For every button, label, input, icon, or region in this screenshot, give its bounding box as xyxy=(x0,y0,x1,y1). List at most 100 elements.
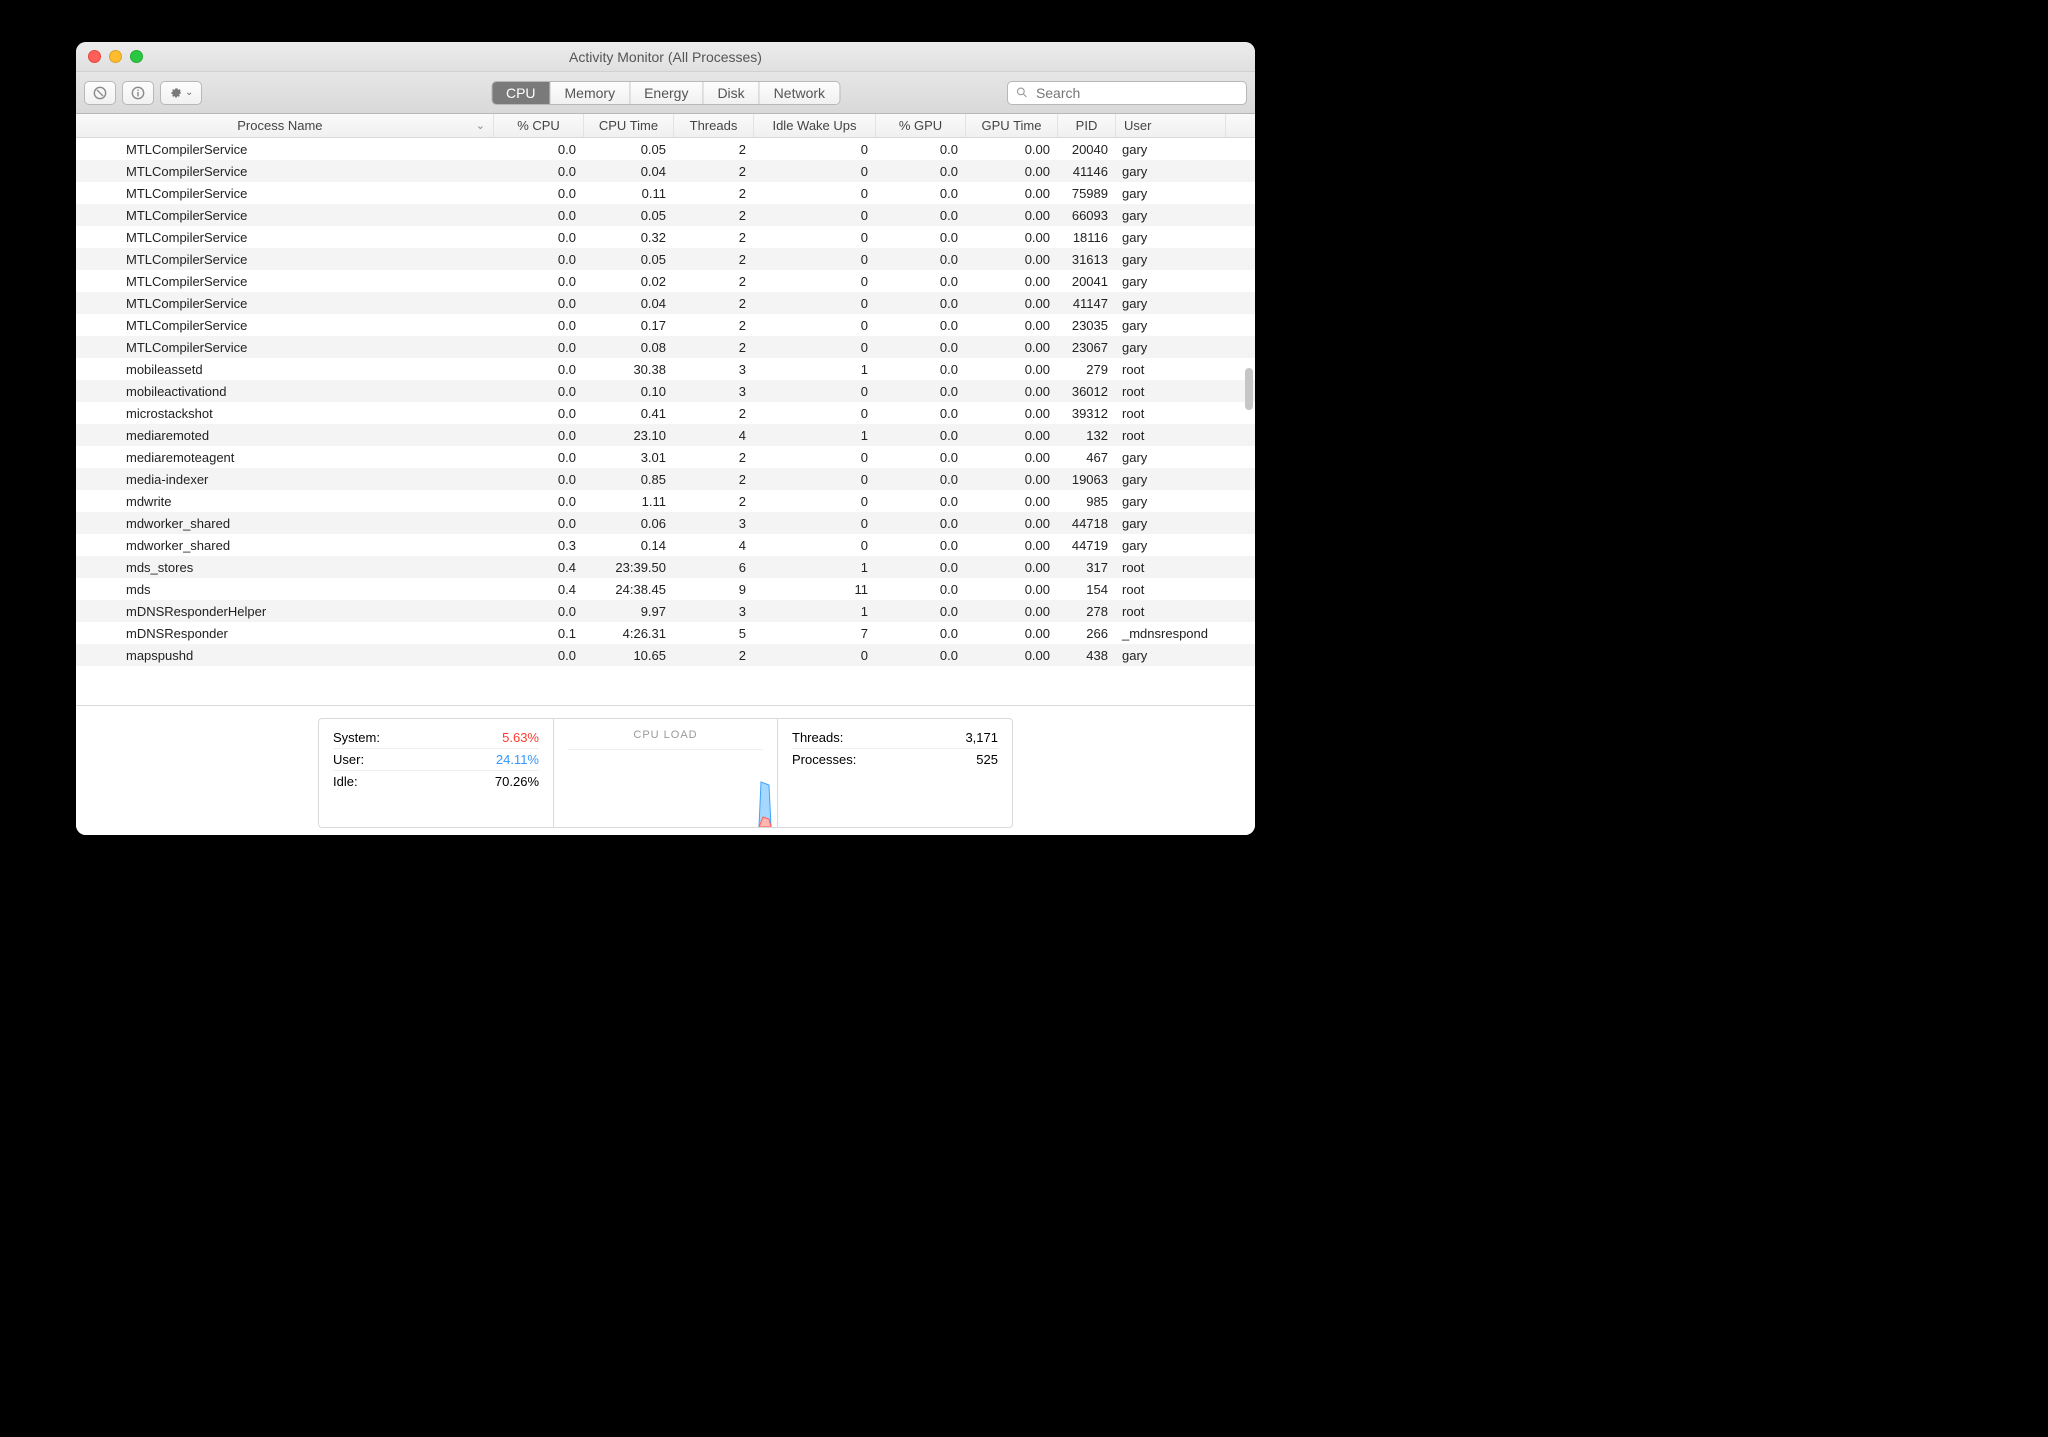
window-zoom-button[interactable] xyxy=(130,50,143,63)
tab-cpu[interactable]: CPU xyxy=(492,82,551,104)
cell-pid: 985 xyxy=(1058,494,1116,509)
table-row[interactable]: mobileactivationd0.00.10300.00.0036012ro… xyxy=(76,380,1255,402)
cell-gpu: 0.0 xyxy=(876,274,966,289)
col-idle-wake[interactable]: Idle Wake Ups xyxy=(754,114,876,137)
cell-cpu: 0.0 xyxy=(494,472,584,487)
cell-gpu: 0.0 xyxy=(876,516,966,531)
table-row[interactable]: MTLCompilerService0.00.17200.00.0023035g… xyxy=(76,314,1255,336)
cell-gpu: 0.0 xyxy=(876,340,966,355)
table-row[interactable]: MTLCompilerService0.00.02200.00.0020041g… xyxy=(76,270,1255,292)
tab-disk[interactable]: Disk xyxy=(703,82,759,104)
cell-gputime: 0.00 xyxy=(966,252,1058,267)
cell-time: 0.05 xyxy=(584,142,674,157)
stop-process-button[interactable] xyxy=(84,81,116,105)
cell-wake: 0 xyxy=(754,648,876,663)
cell-threads: 2 xyxy=(674,274,754,289)
col-user[interactable]: User xyxy=(1116,114,1226,137)
cell-threads: 4 xyxy=(674,428,754,443)
table-row[interactable]: MTLCompilerService0.00.11200.00.0075989g… xyxy=(76,182,1255,204)
user-label: User: xyxy=(333,752,364,767)
cell-pid: 41146 xyxy=(1058,164,1116,179)
col-pid[interactable]: PID xyxy=(1058,114,1116,137)
table-row[interactable]: mds0.424:38.459110.00.00154root xyxy=(76,578,1255,600)
cell-name: mediaremoted xyxy=(76,428,494,443)
cell-name: mobileactivationd xyxy=(76,384,494,399)
cell-threads: 3 xyxy=(674,516,754,531)
cell-threads: 6 xyxy=(674,560,754,575)
col-gpu-time[interactable]: GPU Time xyxy=(966,114,1058,137)
cell-name: mobileassetd xyxy=(76,362,494,377)
scrollbar-thumb[interactable] xyxy=(1245,368,1253,410)
table-row[interactable]: media-indexer0.00.85200.00.0019063gary xyxy=(76,468,1255,490)
summary-footer: System:5.63% User:24.11% Idle:70.26% CPU… xyxy=(76,705,1255,835)
cell-wake: 0 xyxy=(754,230,876,245)
col-gpu-pct[interactable]: % GPU xyxy=(876,114,966,137)
cell-name: MTLCompilerService xyxy=(76,208,494,223)
table-row[interactable]: mediaremoteagent0.03.01200.00.00467gary xyxy=(76,446,1255,468)
table-row[interactable]: mDNSResponderHelper0.09.97310.00.00278ro… xyxy=(76,600,1255,622)
cell-time: 1.11 xyxy=(584,494,674,509)
cell-user: gary xyxy=(1116,164,1226,179)
cell-pid: 23067 xyxy=(1058,340,1116,355)
tab-network[interactable]: Network xyxy=(760,82,839,104)
col-cpu-pct[interactable]: % CPU xyxy=(494,114,584,137)
search-field[interactable] xyxy=(1007,81,1247,105)
cell-gputime: 0.00 xyxy=(966,648,1058,663)
tab-memory[interactable]: Memory xyxy=(551,82,631,104)
cell-pid: 278 xyxy=(1058,604,1116,619)
cell-gpu: 0.0 xyxy=(876,230,966,245)
cell-time: 0.14 xyxy=(584,538,674,553)
table-row[interactable]: MTLCompilerService0.00.05200.00.0020040g… xyxy=(76,138,1255,160)
table-row[interactable]: mediaremoted0.023.10410.00.00132root xyxy=(76,424,1255,446)
cell-user: root xyxy=(1116,604,1226,619)
table-row[interactable]: microstackshot0.00.41200.00.0039312root xyxy=(76,402,1255,424)
cell-pid: 41147 xyxy=(1058,296,1116,311)
cell-gputime: 0.00 xyxy=(966,406,1058,421)
table-row[interactable]: MTLCompilerService0.00.04200.00.0041147g… xyxy=(76,292,1255,314)
table-row[interactable]: mdworker_shared0.30.14400.00.0044719gary xyxy=(76,534,1255,556)
column-headers: Process Name ⌄ % CPU CPU Time Threads Id… xyxy=(76,114,1255,138)
cell-cpu: 0.0 xyxy=(494,230,584,245)
cell-pid: 36012 xyxy=(1058,384,1116,399)
col-threads[interactable]: Threads xyxy=(674,114,754,137)
cell-name: MTLCompilerService xyxy=(76,142,494,157)
cell-pid: 31613 xyxy=(1058,252,1116,267)
table-row[interactable]: mdwrite0.01.11200.00.00985gary xyxy=(76,490,1255,512)
table-row[interactable]: MTLCompilerService0.00.08200.00.0023067g… xyxy=(76,336,1255,358)
cell-cpu: 0.0 xyxy=(494,186,584,201)
cell-user: gary xyxy=(1116,296,1226,311)
inspect-process-button[interactable] xyxy=(122,81,154,105)
cell-time: 4:26.31 xyxy=(584,626,674,641)
user-value: 24.11% xyxy=(496,752,539,767)
table-row[interactable]: mdworker_shared0.00.06300.00.0044718gary xyxy=(76,512,1255,534)
process-table[interactable]: MTLCompilerService0.00.05200.00.0020040g… xyxy=(76,138,1255,705)
table-row[interactable]: mapspushd0.010.65200.00.00438gary xyxy=(76,644,1255,666)
cell-threads: 2 xyxy=(674,186,754,201)
cell-wake: 0 xyxy=(754,296,876,311)
table-row[interactable]: mDNSResponder0.14:26.31570.00.00266_mdns… xyxy=(76,622,1255,644)
table-row[interactable]: MTLCompilerService0.00.05200.00.0066093g… xyxy=(76,204,1255,226)
cell-gpu: 0.0 xyxy=(876,560,966,575)
col-cpu-time[interactable]: CPU Time xyxy=(584,114,674,137)
cell-gputime: 0.00 xyxy=(966,428,1058,443)
cell-gputime: 0.00 xyxy=(966,296,1058,311)
cell-wake: 0 xyxy=(754,516,876,531)
gear-menu-button[interactable]: ⌄ xyxy=(160,81,202,105)
table-row[interactable]: mds_stores0.423:39.50610.00.00317root xyxy=(76,556,1255,578)
tab-energy[interactable]: Energy xyxy=(630,82,703,104)
table-row[interactable]: MTLCompilerService0.00.04200.00.0041146g… xyxy=(76,160,1255,182)
col-process-name[interactable]: Process Name ⌄ xyxy=(76,114,494,137)
cell-time: 0.11 xyxy=(584,186,674,201)
search-input[interactable] xyxy=(1034,84,1238,102)
cell-gpu: 0.0 xyxy=(876,384,966,399)
table-row[interactable]: MTLCompilerService0.00.05200.00.0031613g… xyxy=(76,248,1255,270)
cell-wake: 7 xyxy=(754,626,876,641)
table-row[interactable]: mobileassetd0.030.38310.00.00279root xyxy=(76,358,1255,380)
gear-icon xyxy=(169,86,183,100)
table-row[interactable]: MTLCompilerService0.00.32200.00.0018116g… xyxy=(76,226,1255,248)
cell-gputime: 0.00 xyxy=(966,604,1058,619)
cell-time: 0.32 xyxy=(584,230,674,245)
cell-user: gary xyxy=(1116,494,1226,509)
window-close-button[interactable] xyxy=(88,50,101,63)
window-minimize-button[interactable] xyxy=(109,50,122,63)
